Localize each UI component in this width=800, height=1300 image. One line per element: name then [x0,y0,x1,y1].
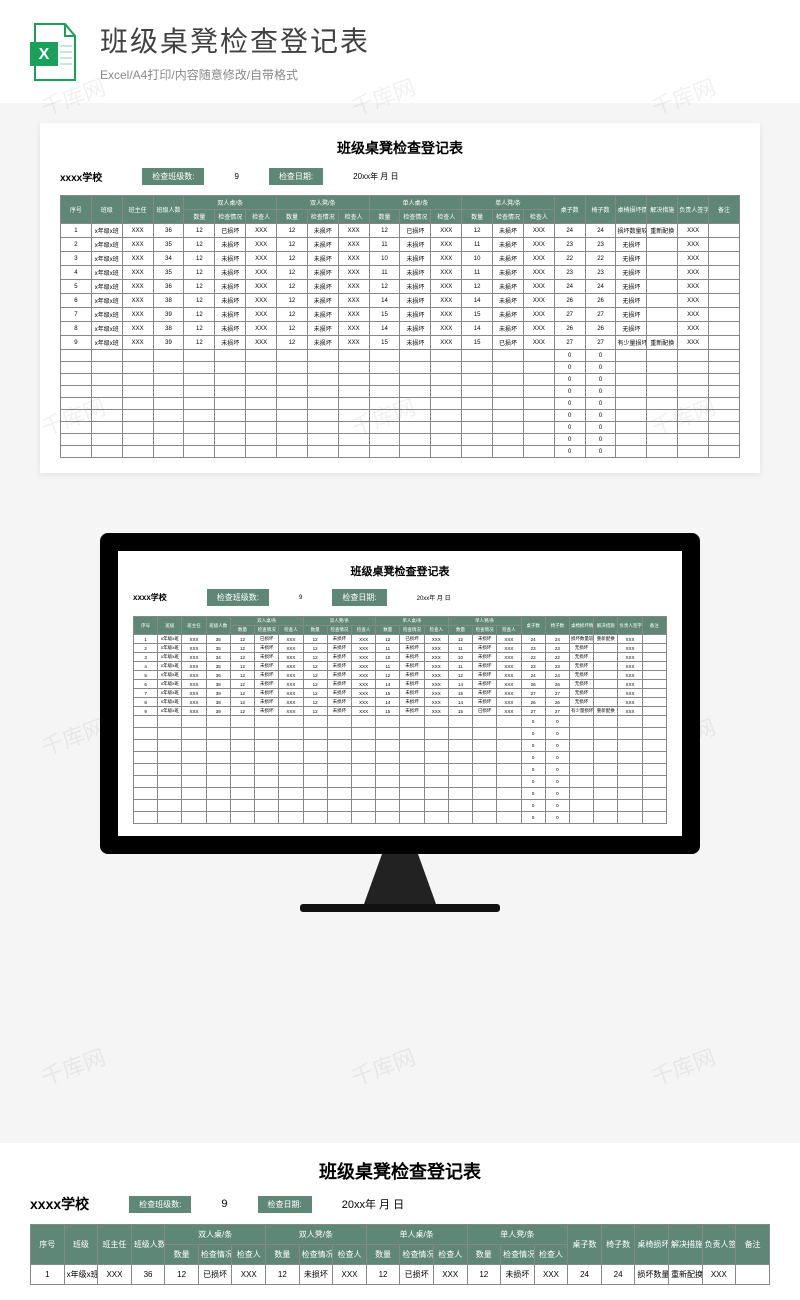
table-row: 00 [134,740,667,752]
table-row: 2x年级x班XXX3512未损坏XXX12未损坏XXX11未损坏XXX11未损坏… [61,238,740,252]
info-row: xxxx学校 检查班级数: 9 检查日期: 20xx年 月 日 [133,589,667,606]
watermark: 千库网 [347,1040,420,1093]
info-row: xxxx学校 检查班级数: 9 检查日期: 20xx年 月 日 [30,1194,770,1214]
svg-text:X: X [39,46,50,63]
check-class-value: 9 [214,172,258,181]
check-class-badge: 检查班级数: [142,168,204,185]
check-date-value: 20xx年 月 日 [322,1196,424,1212]
bottom-preview: 班级桌凳检查登记表 xxxx学校 检查班级数: 9 检查日期: 20xx年 月 … [0,1143,800,1300]
table-row: 1x年级x班XXX3612已损坏XXX12未损坏XXX12已损坏XXX12未损坏… [134,635,667,644]
watermark: 千库网 [37,1040,110,1093]
table-row: 00 [134,728,667,740]
main-table: 序号班级班主任班级人数双人桌/条双人凳/条单人桌/条单人凳/条桌子数椅子数桌椅损… [30,1224,770,1285]
table-row: 6x年级x班XXX3812未损坏XXX12未损坏XXX14未损坏XXX14未损坏… [61,294,740,308]
table-row: 00 [61,350,740,362]
table-row: 00 [134,776,667,788]
table-row: 7x年级x班XXX3912未损坏XXX12未损坏XXX15未损坏XXX15未损坏… [61,308,740,322]
table-row: 00 [134,812,667,824]
table-row: 9x年级x班XXX3912未损坏XXX12未损坏XXX15未损坏XXX15已损坏… [134,707,667,716]
table-row: 3x年级x班XXX3412未损坏XXX12未损坏XXX10未损坏XXX10未损坏… [134,653,667,662]
table-row: 4x年级x班XXX3512未损坏XXX12未损坏XXX11未损坏XXX11未损坏… [134,662,667,671]
watermark: 千库网 [647,1040,720,1093]
check-date-badge: 检查日期: [332,589,386,606]
table-row: 6x年级x班XXX3812未损坏XXX12未损坏XXX14未损坏XXX14未损坏… [134,680,667,689]
school-name: xxxx学校 [60,169,102,184]
school-name: xxxx学校 [133,592,167,603]
doc-title: 班级桌凳检查登记表 [30,1158,770,1184]
page-subtitle: Excel/A4打印/内容随意修改/自带格式 [100,66,370,83]
check-class-badge: 检查班级数: [207,589,269,606]
table-row: 00 [61,398,740,410]
main-table: 序号班级班主任班级人数双人桌/条双人凳/条单人桌/条单人凳/条桌子数椅子数桌椅损… [133,616,667,824]
monitor-mockup: 班级桌凳检查登记表 xxxx学校 检查班级数: 9 检查日期: 20xx年 月 … [0,533,800,912]
table-row: 8x年级x班XXX3812未损坏XXX12未损坏XXX14未损坏XXX14未损坏… [61,322,740,336]
info-row: xxxx学校 检查班级数: 9 检查日期: 20xx年 月 日 [60,168,740,185]
doc-title: 班级桌凳检查登记表 [60,138,740,158]
check-class-value: 9 [201,1198,247,1210]
table-row: 00 [134,752,667,764]
table-row: 00 [134,764,667,776]
table-row: 00 [134,800,667,812]
table-row: 00 [61,434,740,446]
school-name: xxxx学校 [30,1194,89,1214]
check-class-badge: 检查班级数: [129,1196,191,1213]
table-row: 4x年级x班XXX3512未损坏XXX12未损坏XXX11未损坏XXX11未损坏… [61,266,740,280]
main-table: 序号班级班主任班级人数双人桌/条双人凳/条单人桌/条单人凳/条桌子数椅子数桌椅损… [60,195,740,458]
table-row: 00 [61,362,740,374]
top-preview-card: 班级桌凳检查登记表 xxxx学校 检查班级数: 9 检查日期: 20xx年 月 … [40,123,760,473]
table-row: 3x年级x班XXX3412未损坏XXX12未损坏XXX10未损坏XXX10未损坏… [61,252,740,266]
table-row: 5x年级x班XXX3612未损坏XXX12未损坏XXX12未损坏XXX12未损坏… [61,280,740,294]
page-header: X 班级桌凳检查登记表 Excel/A4打印/内容随意修改/自带格式 [0,0,800,103]
doc-title: 班级桌凳检查登记表 [133,563,667,579]
table-row: 00 [61,422,740,434]
table-row: 1x年级x班XXX3612已损坏XXX12未损坏XXX12已损坏XXX12未损坏… [31,1265,770,1285]
table-row: 00 [61,386,740,398]
table-row: 00 [61,446,740,458]
check-date-badge: 检查日期: [269,168,323,185]
check-class-value: 9 [279,595,322,601]
check-date-badge: 检查日期: [258,1196,312,1213]
table-row: 7x年级x班XXX3912未损坏XXX12未损坏XXX15未损坏XXX15未损坏… [134,689,667,698]
table-row: 5x年级x班XXX3612未损坏XXX12未损坏XXX12未损坏XXX12未损坏… [134,671,667,680]
page-title: 班级桌凳检查登记表 [100,20,370,60]
table-row: 1x年级x班XXX3612已损坏XXX12未损坏XXX12已损坏XXX12未损坏… [61,224,740,238]
table-row: 9x年级x班XXX3912未损坏XXX12未损坏XXX15未损坏XXX15已损坏… [61,336,740,350]
check-date-value: 20xx年 月 日 [333,171,418,182]
table-row: 00 [134,788,667,800]
table-row: 00 [61,374,740,386]
check-date-value: 20xx年 月 日 [397,593,471,602]
table-row: 00 [61,410,740,422]
table-row: 8x年级x班XXX3812未损坏XXX12未损坏XXX14未损坏XXX14未损坏… [134,698,667,707]
table-row: 2x年级x班XXX3512未损坏XXX12未损坏XXX11未损坏XXX11未损坏… [134,644,667,653]
table-row: 00 [134,716,667,728]
excel-icon: X [30,22,80,82]
